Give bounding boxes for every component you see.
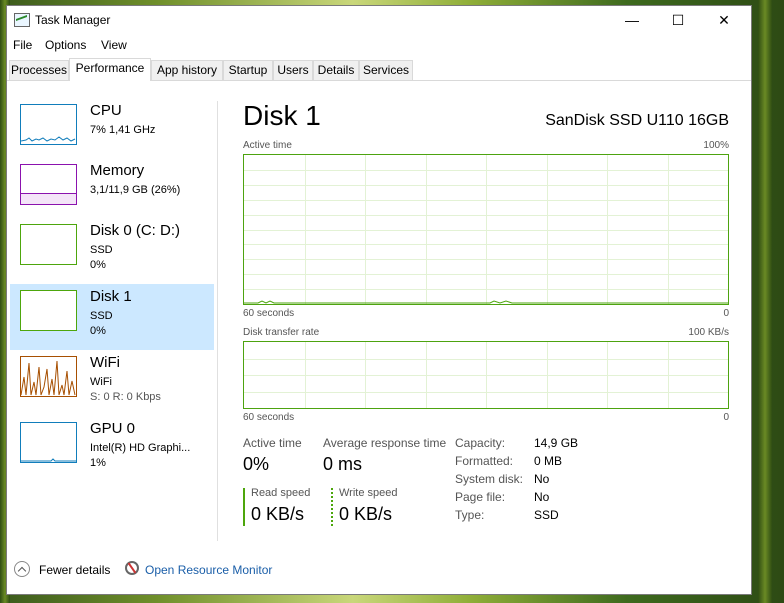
type-value: SSD: [534, 508, 559, 522]
disk0-thumbnail-graph: [20, 224, 77, 265]
menu-file[interactable]: File: [13, 38, 32, 52]
menu-options[interactable]: Options: [45, 38, 86, 52]
active-time-label: Active time: [243, 436, 302, 450]
memory-thumbnail-graph: [20, 164, 77, 205]
gpu-thumbnail-graph: [20, 422, 77, 463]
capacity-label: Capacity:: [455, 436, 506, 450]
capacity-value: 14,9 GB: [534, 436, 579, 450]
read-speed-indicator: [243, 488, 245, 526]
sidebar-item-disk-1[interactable]: Disk 1 SSD 0%: [10, 284, 214, 350]
fewer-details-link[interactable]: Fewer details: [39, 563, 110, 577]
sidebar-item-detail: 7% 1,41 GHz: [90, 124, 156, 136]
tab-processes[interactable]: Processes: [9, 60, 69, 80]
read-speed-label: Read speed: [251, 487, 311, 499]
transfer-rate-graph-max: 100 KB/s: [688, 327, 729, 338]
tab-bar: Processes Performance App history Startu…: [7, 58, 751, 81]
sidebar-item-label: Disk 0 (C: D:): [90, 222, 180, 239]
memory-usage-fill: [21, 192, 76, 204]
disk-title: Disk 1: [243, 100, 321, 131]
page-file-label: Page file:: [455, 490, 506, 504]
formatted-value: 0 MB: [534, 454, 563, 468]
write-speed-label: Write speed: [339, 487, 398, 499]
active-time-graph-label: Active time: [243, 140, 292, 151]
task-manager-window: Task Manager — ☐ ✕ File Options View Pro…: [6, 5, 752, 595]
cpu-thumbnail-graph: [20, 104, 77, 145]
wifi-sparkline: [20, 360, 76, 396]
read-speed-value: 0 KB/s: [251, 504, 305, 524]
sidebar-item-gpu-0[interactable]: GPU 0 Intel(R) HD Graphi... 1%: [10, 416, 214, 482]
sidebar-item-memory[interactable]: Memory 3,1/11,9 GB (26%): [10, 158, 214, 224]
wifi-thumbnail-graph: [20, 356, 77, 397]
footer-bar: Fewer details Open Resource Monitor: [7, 550, 751, 594]
sidebar-item-detail: WiFi: [90, 376, 112, 388]
sidebar-item-usage: 0%: [90, 259, 106, 271]
avg-response-label: Average response time: [323, 436, 447, 450]
sidebar-divider: [217, 101, 218, 541]
page-file-value: No: [534, 490, 550, 504]
active-time-graph-min: 0: [723, 308, 729, 319]
sidebar-item-wifi[interactable]: WiFi WiFi S: 0 R: 0 Kbps: [10, 350, 214, 416]
close-button[interactable]: ✕: [701, 6, 747, 34]
sidebar-item-label: GPU 0: [90, 420, 136, 437]
sidebar-item-detail: Intel(R) HD Graphi...: [90, 442, 191, 454]
resource-monitor-icon[interactable]: [125, 561, 139, 575]
transfer-rate-graph-label: Disk transfer rate: [243, 327, 320, 338]
system-disk-label: System disk:: [455, 472, 524, 486]
system-disk-value: No: [534, 472, 550, 486]
tab-startup[interactable]: Startup: [223, 60, 273, 80]
type-label: Type:: [455, 508, 485, 522]
write-speed-indicator: [331, 488, 333, 526]
sidebar-item-label: Disk 1: [90, 288, 132, 305]
tab-details[interactable]: Details: [313, 60, 359, 80]
performance-sidebar: CPU 7% 1,41 GHz Memory 3,1/11,9 GB (26%)…: [7, 94, 217, 534]
disk-model: SanDisk SSD U110 16GB: [545, 112, 729, 129]
cpu-sparkline: [20, 136, 76, 142]
tab-users[interactable]: Users: [273, 60, 313, 80]
transfer-rate-graph-duration: 60 seconds: [243, 412, 295, 423]
minimize-button[interactable]: —: [609, 6, 655, 34]
task-manager-icon: [14, 13, 30, 27]
formatted-label: Formatted:: [455, 454, 514, 468]
sidebar-item-detail: SSD: [90, 310, 113, 322]
gpu-sparkline: [21, 458, 76, 462]
wallpaper-bamboo: [758, 0, 772, 603]
sidebar-item-disk-0[interactable]: Disk 0 (C: D:) SSD 0%: [10, 218, 214, 284]
maximize-button[interactable]: ☐: [655, 6, 701, 34]
sidebar-item-label: WiFi: [90, 354, 120, 371]
active-time-value: 0%: [243, 454, 270, 474]
write-speed-value: 0 KB/s: [339, 504, 393, 524]
sidebar-item-usage: 0%: [90, 325, 106, 337]
open-resource-monitor-link[interactable]: Open Resource Monitor: [145, 563, 272, 577]
transfer-rate-graph-min: 0: [723, 412, 729, 423]
chevron-up-icon[interactable]: [14, 561, 30, 577]
tab-services[interactable]: Services: [359, 60, 413, 80]
active-time-graph-max: 100%: [703, 140, 729, 151]
sidebar-item-detail: 3,1/11,9 GB (26%): [90, 184, 181, 196]
tab-app-history[interactable]: App history: [151, 60, 223, 80]
window-title: Task Manager: [35, 13, 111, 27]
active-time-graph-duration: 60 seconds: [243, 308, 295, 319]
active-time-graph: [243, 154, 729, 305]
avg-response-value: 0 ms: [323, 454, 363, 474]
transfer-rate-graph: [243, 341, 729, 409]
menu-view[interactable]: View: [101, 38, 127, 52]
title-bar[interactable]: Task Manager — ☐ ✕: [7, 6, 751, 34]
sidebar-item-label: Memory: [90, 162, 145, 179]
sidebar-item-throughput: S: 0 R: 0 Kbps: [90, 391, 161, 403]
disk1-thumbnail-graph: [20, 290, 77, 331]
tab-performance[interactable]: Performance: [69, 58, 151, 81]
active-time-line: [244, 300, 728, 304]
sidebar-item-usage: 1%: [90, 457, 106, 469]
sidebar-item-detail: SSD: [90, 244, 113, 256]
sidebar-item-label: CPU: [90, 102, 122, 119]
sidebar-item-cpu[interactable]: CPU 7% 1,41 GHz: [10, 98, 214, 164]
